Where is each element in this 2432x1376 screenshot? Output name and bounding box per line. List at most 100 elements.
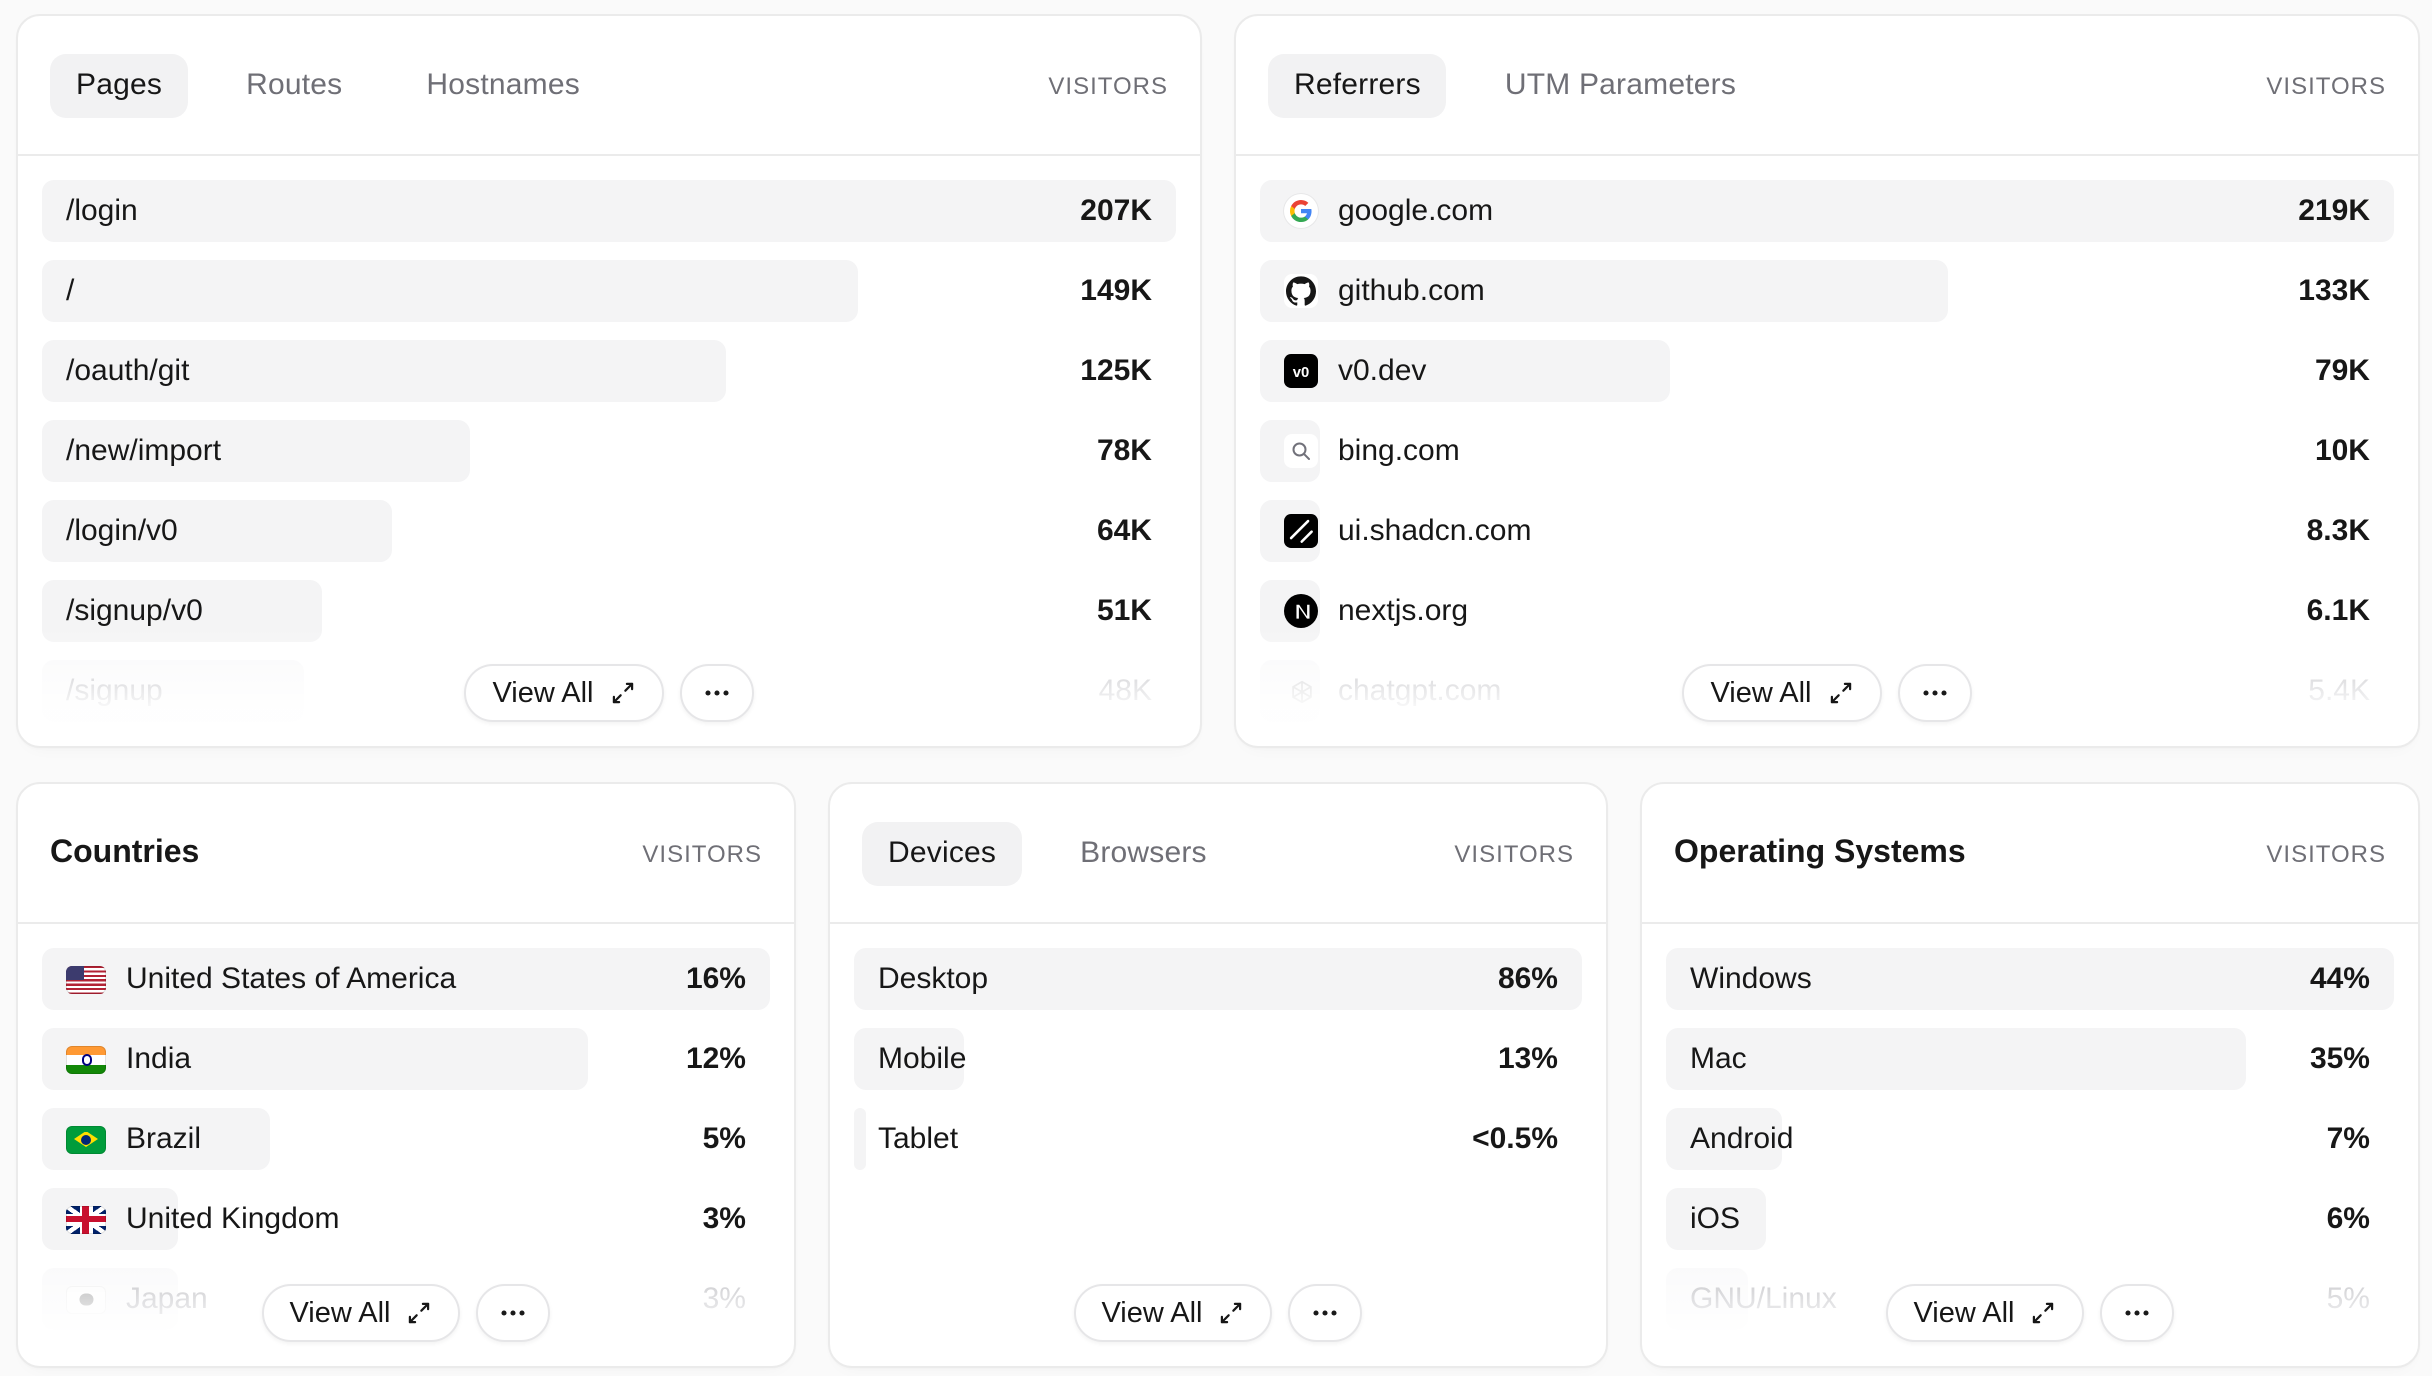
view-all-button[interactable]: View All	[1682, 664, 1881, 722]
table-row[interactable]: /login207K	[42, 180, 1176, 242]
table-row[interactable]: Mobile 13%	[854, 1028, 1582, 1090]
view-all-label: View All	[1101, 1297, 1202, 1329]
table-row[interactable]: Brazil 5%	[42, 1108, 770, 1170]
row-label: Mobile	[878, 1042, 966, 1076]
row-label: Desktop	[878, 962, 988, 996]
row-label: bing.com	[1338, 434, 1460, 468]
tab-list: Pages Routes Hostnames	[50, 53, 606, 117]
row-value: 8.3K	[2307, 514, 2370, 548]
row-content: nextjs.org6.1K	[1260, 580, 2394, 642]
row-value: 64K	[1097, 514, 1152, 548]
row-value: 16%	[686, 962, 746, 996]
tab-utm-parameters[interactable]: UTM Parameters	[1479, 53, 1762, 117]
ellipsis-icon	[2123, 1298, 2153, 1328]
table-row[interactable]: Mac35%	[1666, 1028, 2394, 1090]
table-row[interactable]: iOS6%	[1666, 1188, 2394, 1250]
visitors-column-header: VISITORS	[2266, 71, 2386, 99]
panel-header: DevicesBrowsersVISITORS	[830, 784, 1606, 924]
expand-icon	[1219, 1300, 1245, 1326]
view-all-label: View All	[1710, 677, 1811, 709]
row-value: 5%	[703, 1122, 746, 1156]
tab-pages[interactable]: Pages	[50, 53, 188, 117]
panel-header: Pages Routes Hostnames VISITORS	[18, 16, 1200, 156]
row-label: v0.dev	[1338, 354, 1426, 388]
row-value: 51K	[1097, 594, 1152, 628]
row-value: 6.1K	[2307, 594, 2370, 628]
table-row[interactable]: ui.shadcn.com8.3K	[1260, 500, 2394, 562]
row-value: 6%	[2327, 1202, 2370, 1236]
row-value: 13%	[1498, 1042, 1558, 1076]
more-options-button[interactable]	[1898, 664, 1972, 722]
view-all-label: View All	[492, 677, 593, 709]
row-label: India	[126, 1042, 191, 1076]
row-content: /149K	[42, 260, 1176, 322]
panel-footer: View All	[1642, 1284, 2418, 1342]
more-options-button[interactable]	[1289, 1284, 1363, 1342]
row-content: bing.com 10K	[1260, 420, 2394, 482]
countries-title: Countries	[50, 835, 199, 871]
view-all-button[interactable]: View All	[261, 1284, 460, 1342]
table-row[interactable]: nextjs.org6.1K	[1260, 580, 2394, 642]
more-options-button[interactable]	[477, 1284, 551, 1342]
panel-footer: View All	[18, 664, 1200, 722]
table-row[interactable]: United States of America16%	[42, 948, 770, 1010]
table-row[interactable]: Windows 44%	[1666, 948, 2394, 1010]
tab-browsers[interactable]: Browsers	[1054, 821, 1233, 885]
tab-referrers[interactable]: Referrers	[1268, 53, 1447, 117]
view-all-button[interactable]: View All	[1073, 1284, 1272, 1342]
table-row[interactable]: /149K	[42, 260, 1176, 322]
flag-gb-icon	[66, 1205, 106, 1233]
tab-devices[interactable]: Devices	[862, 821, 1022, 885]
pages-panel: Pages Routes Hostnames VISITORS/login207K/1…	[16, 14, 1202, 748]
table-row[interactable]: Android7%	[1666, 1108, 2394, 1170]
row-label: /login/v0	[66, 514, 178, 548]
tab-hostnames[interactable]: Hostnames	[400, 53, 606, 117]
row-content: /new/import78K	[42, 420, 1176, 482]
table-row[interactable]: India12%	[42, 1028, 770, 1090]
expand-icon	[1828, 680, 1854, 706]
row-content: google.com219K	[1260, 180, 2394, 242]
table-row[interactable]: github.com133K	[1260, 260, 2394, 322]
row-content: United Kingdom3%	[42, 1188, 770, 1250]
table-row[interactable]: Tablet <0.5%	[854, 1108, 1582, 1170]
row-label: Tablet	[878, 1122, 958, 1156]
row-value: 10K	[2315, 434, 2370, 468]
row-value: 133K	[2298, 274, 2370, 308]
row-value: 7%	[2327, 1122, 2370, 1156]
table-row[interactable]: /oauth/git125K	[42, 340, 1176, 402]
row-content: ui.shadcn.com8.3K	[1260, 500, 2394, 562]
row-label: Brazil	[126, 1122, 201, 1156]
row-content: United States of America16%	[42, 948, 770, 1010]
row-value: 207K	[1080, 194, 1152, 228]
panel-header: Operating SystemsVISITORS	[1642, 784, 2418, 924]
row-value: 3%	[703, 1202, 746, 1236]
flag-in-icon	[66, 1045, 106, 1073]
table-row[interactable]: google.com219K	[1260, 180, 2394, 242]
more-options-button[interactable]	[680, 664, 754, 722]
view-all-button[interactable]: View All	[1885, 1284, 2084, 1342]
analytics-dashboard: Pages Routes Hostnames VISITORS/login207K/1…	[0, 0, 2432, 1376]
ellipsis-icon	[499, 1298, 529, 1328]
table-row[interactable]: /login/v0 64K	[42, 500, 1176, 562]
v0-icon: v0	[1284, 354, 1318, 388]
row-value: 79K	[2315, 354, 2370, 388]
tab-routes[interactable]: Routes	[220, 53, 368, 117]
countries-panel: CountriesVISITORSUnited States of Americ…	[16, 782, 796, 1368]
expand-icon	[2031, 1300, 2057, 1326]
row-value: 125K	[1080, 354, 1152, 388]
row-content: github.com133K	[1260, 260, 2394, 322]
visitors-column-header: VISITORS	[1048, 71, 1168, 99]
table-row[interactable]: bing.com 10K	[1260, 420, 2394, 482]
row-value: <0.5%	[1472, 1122, 1558, 1156]
table-row[interactable]: v0 v0.dev 79K	[1260, 340, 2394, 402]
table-row[interactable]: /signup/v051K	[42, 580, 1176, 642]
row-content: Tablet <0.5%	[854, 1108, 1582, 1170]
more-options-button[interactable]	[2101, 1284, 2175, 1342]
row-value: 44%	[2310, 962, 2370, 996]
nextjs-icon	[1284, 594, 1318, 628]
row-label: Windows	[1690, 962, 1812, 996]
table-row[interactable]: /new/import78K	[42, 420, 1176, 482]
view-all-button[interactable]: View All	[464, 664, 663, 722]
table-row[interactable]: Desktop86%	[854, 948, 1582, 1010]
table-row[interactable]: United Kingdom3%	[42, 1188, 770, 1250]
